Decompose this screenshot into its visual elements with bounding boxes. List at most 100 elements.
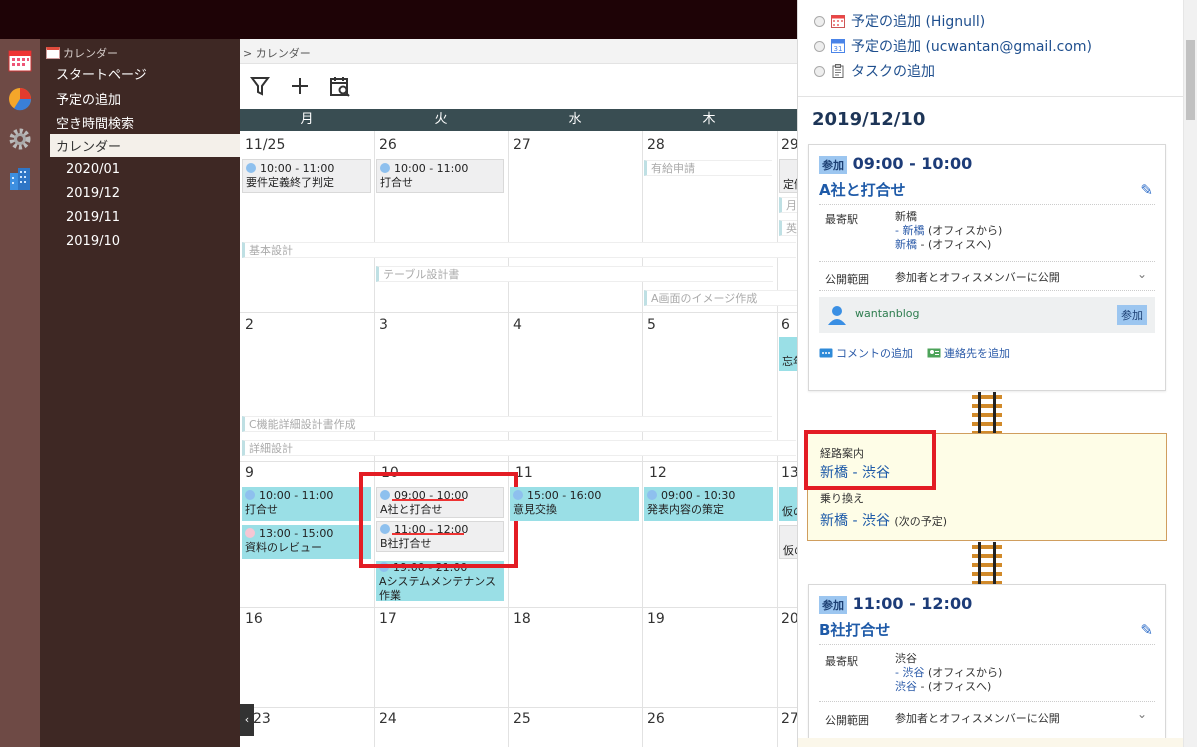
calendar-event[interactable]: 仮の <box>779 487 798 521</box>
calendar-event[interactable]: 10:00 - 11:00 要件定義終了判定 <box>242 159 371 193</box>
transfer-link[interactable]: 新橋 - 渋谷 (次の予定) <box>820 510 947 530</box>
filter-icon[interactable] <box>249 75 271 97</box>
event-title[interactable]: A社と打合せ <box>819 179 906 200</box>
event-dot-icon <box>246 163 256 173</box>
calendar-event[interactable]: 定例 <box>779 159 798 193</box>
divider <box>819 701 1155 702</box>
span-bar[interactable]: C機能詳細設計書作成 <box>242 416 772 432</box>
calendar-date[interactable]: 4 <box>513 317 522 333</box>
span-bar[interactable]: テーブル設計書 <box>376 266 773 282</box>
scrollbar-thumb[interactable] <box>1186 40 1195 120</box>
add-comment-link[interactable]: コメントの追加 <box>819 347 913 360</box>
chevron-down-icon[interactable]: ⌄ <box>1137 267 1147 281</box>
calendar-date[interactable]: 23 <box>253 711 271 727</box>
scrollbar[interactable] <box>1183 0 1197 747</box>
calendar-event[interactable]: 09:00 - 10:30 発表内容の策定 <box>644 487 773 521</box>
calendar-date[interactable]: 26 <box>379 137 397 153</box>
calendar-date[interactable]: 18 <box>513 611 531 627</box>
calendar-date[interactable]: 29 <box>781 137 798 153</box>
calendar-date[interactable]: 28 <box>647 137 665 153</box>
radio-add-task[interactable]: タスクの追加 <box>814 61 935 81</box>
radio-button[interactable] <box>814 16 825 27</box>
grid-line <box>508 131 509 747</box>
google-calendar-icon: 31 <box>831 39 845 53</box>
weekday-header: 月 火 水 木 <box>240 109 798 131</box>
span-bar[interactable]: A画面のイメージ作成 <box>644 290 798 306</box>
calendar-date[interactable]: 26 <box>647 711 665 727</box>
sidebar-item-2020-01[interactable]: 2020/01 <box>66 162 120 177</box>
chevron-down-icon[interactable]: ⌄ <box>1137 707 1147 721</box>
member-status-badge: 参加 <box>1117 305 1147 325</box>
calendar-date[interactable]: 19 <box>647 611 665 627</box>
sidebar-item-2019-12[interactable]: 2019/12 <box>66 186 120 201</box>
weekday-tue: 火 <box>434 112 448 127</box>
event-title[interactable]: B社打合せ <box>819 619 890 640</box>
station-value: 新橋 - 新橋 (オフィスから) 新橋 - (オフィスへ) <box>895 210 1003 251</box>
sidebar-item-add-event[interactable]: 予定の追加 <box>56 89 121 108</box>
radio-button[interactable] <box>814 66 825 77</box>
calendar-date[interactable]: 25 <box>513 711 531 727</box>
calendar-event[interactable]: 英 <box>779 220 798 236</box>
calendar-date[interactable]: 20 <box>781 611 798 627</box>
pie-chart-icon[interactable] <box>8 87 32 111</box>
calendar-date[interactable]: 2 <box>245 317 254 333</box>
event-card[interactable]: 参加 11:00 - 12:00 B社打合せ ✎ 最寄駅 渋谷 - 渋谷 (オフ… <box>808 584 1166 744</box>
calendar-date[interactable]: 27 <box>781 711 798 727</box>
grid-line <box>240 312 798 313</box>
calendar-search-icon[interactable] <box>329 75 351 97</box>
building-icon[interactable] <box>8 167 32 191</box>
app-icon-column <box>0 39 40 747</box>
calendar-event[interactable]: 忘年会 <box>779 337 798 371</box>
calendar-date[interactable]: 27 <box>513 137 531 153</box>
calendar-date[interactable]: 13 <box>781 465 798 481</box>
sidebar-item-free-time-search[interactable]: 空き時間検索 <box>56 113 134 132</box>
member-name[interactable]: wantanblog <box>855 307 920 320</box>
sidebar-item-2019-10[interactable]: 2019/10 <box>66 234 120 249</box>
radio-add-event-hignull[interactable]: 予定の追加 (Hignull) <box>814 11 985 31</box>
calendar-date[interactable]: 24 <box>379 711 397 727</box>
span-bar[interactable]: 詳細設計 <box>242 440 796 456</box>
calendar-date[interactable]: 3 <box>379 317 388 333</box>
calendar-event[interactable]: 有給申請 <box>644 160 772 176</box>
sidebar-item-2019-11[interactable]: 2019/11 <box>66 210 120 225</box>
calendar-event[interactable]: 15:00 - 16:00 意見交換 <box>510 487 639 521</box>
contact-card-icon <box>927 348 941 358</box>
calendar-event[interactable]: 仮の <box>779 525 798 559</box>
collapse-sidebar-button[interactable]: ‹ <box>240 704 254 736</box>
grid-line <box>642 131 643 747</box>
calendar-icon[interactable] <box>8 48 32 72</box>
calendar-date[interactable]: 17 <box>379 611 397 627</box>
calendar-date[interactable]: 9 <box>245 465 254 481</box>
span-bar[interactable]: 基本設計 <box>242 242 796 258</box>
sidebar-item-start-page[interactable]: スタートページ <box>56 64 147 83</box>
event-time: 参加 11:00 - 12:00 <box>819 594 972 614</box>
calendar-date[interactable]: 12 <box>649 465 667 481</box>
scope-label: 公開範囲 <box>825 714 869 727</box>
scope-label: 公開範囲 <box>825 273 869 286</box>
calendar-date[interactable]: 5 <box>647 317 656 333</box>
event-card[interactable]: 参加 09:00 - 10:00 A社と打合せ ✎ 最寄駅 新橋 - 新橋 (オ… <box>808 144 1166 391</box>
sidebar: カレンダー スタートページ 予定の追加 空き時間検索 カレンダー 2020/01… <box>40 39 240 747</box>
calendar-event[interactable]: 月 <box>779 197 798 213</box>
calendar-event[interactable]: 13:00 - 15:00 資料のレビュー <box>242 525 371 559</box>
radio-add-event-google[interactable]: 31 予定の追加 (ucwantan@gmail.com) <box>814 36 1092 56</box>
breadcrumb[interactable]: > カレンダー <box>240 39 798 64</box>
calendar-date[interactable]: 11/25 <box>245 137 285 153</box>
edit-pencil-icon[interactable]: ✎ <box>1140 621 1153 639</box>
edit-pencil-icon[interactable]: ✎ <box>1140 181 1153 199</box>
calendar-date[interactable]: 16 <box>245 611 263 627</box>
add-contact-link[interactable]: 連絡先を追加 <box>927 347 1010 360</box>
gear-icon[interactable] <box>8 127 32 151</box>
grid-line <box>240 607 798 608</box>
sidebar-item-calendar[interactable]: カレンダー <box>50 134 240 157</box>
plus-icon[interactable] <box>289 75 311 97</box>
attend-badge: 参加 <box>819 596 847 614</box>
event-dot-icon <box>513 490 523 500</box>
calendar-event[interactable]: 10:00 - 11:00 打合せ <box>242 487 371 521</box>
grid-line <box>240 461 798 462</box>
radio-button[interactable] <box>814 41 825 52</box>
calendar-icon <box>831 15 845 28</box>
calendar-event[interactable]: 10:00 - 11:00 打合せ <box>376 159 504 193</box>
calendar-date[interactable]: 6 <box>781 317 790 333</box>
scope-value: 参加者とオフィスメンバーに公開 <box>895 712 1060 725</box>
